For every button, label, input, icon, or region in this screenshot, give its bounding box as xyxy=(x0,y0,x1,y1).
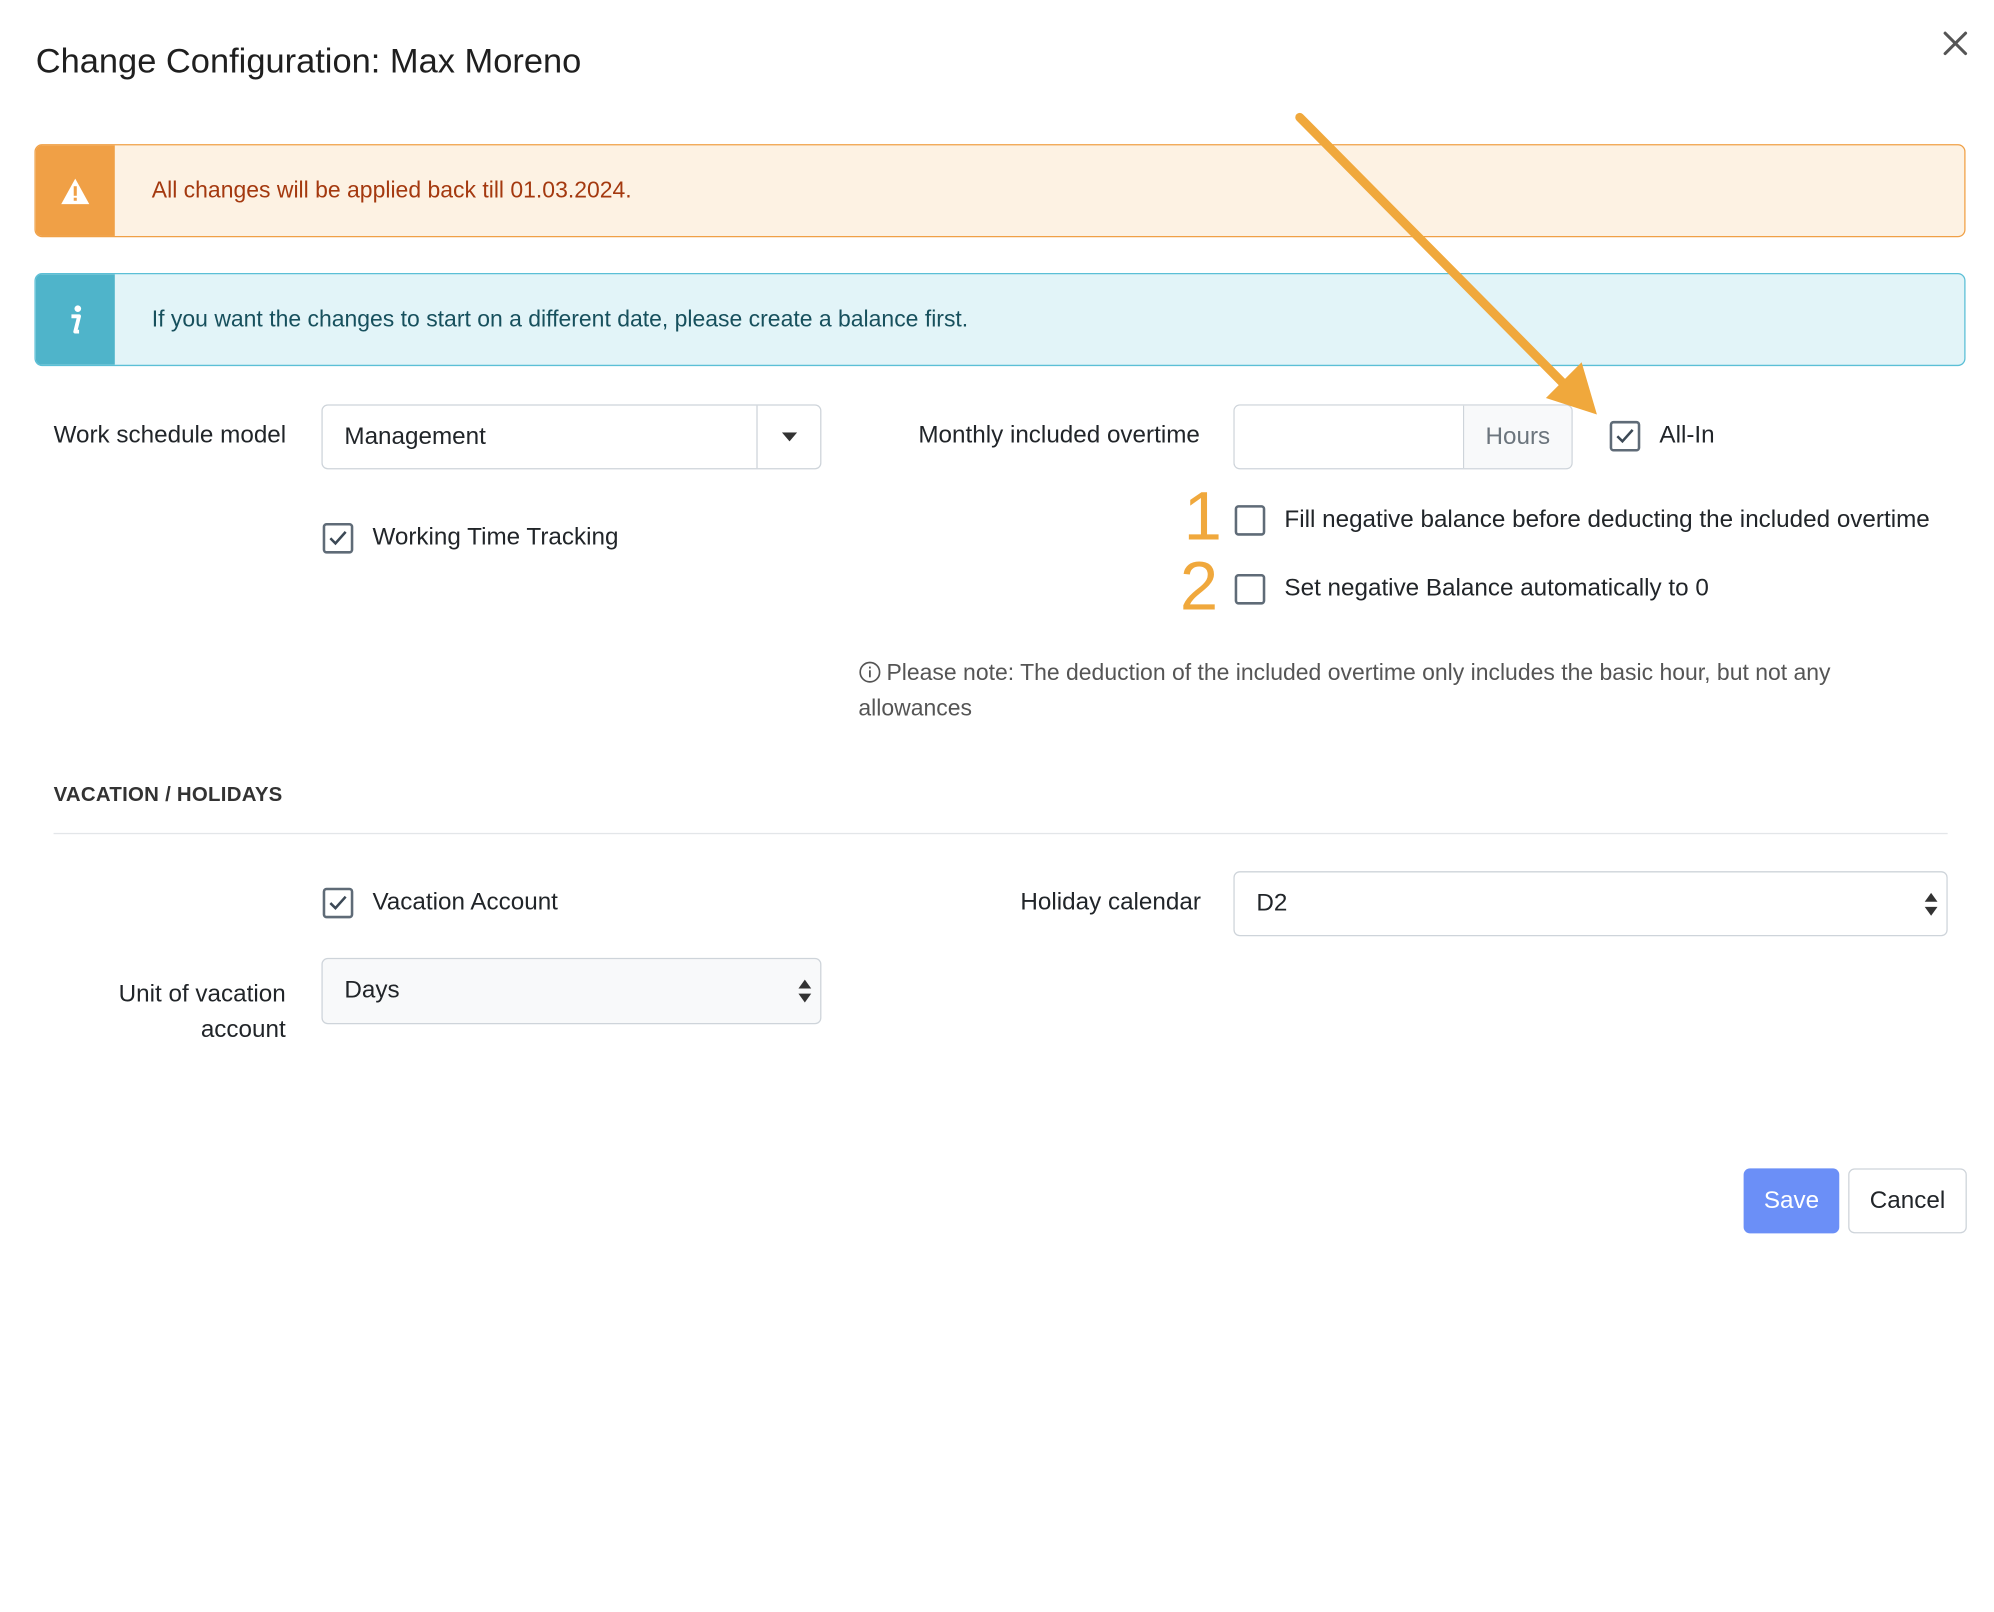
warning-triangle-icon xyxy=(35,145,115,236)
vacation-account-label: Vacation Account xyxy=(372,889,558,916)
unit-of-vacation-select[interactable]: Days xyxy=(321,957,822,1025)
work-schedule-label: Work schedule model xyxy=(53,422,287,449)
warning-alert-text: All changes will be applied back till 01… xyxy=(151,177,632,203)
unit-of-vacation-label: Unit of vacation account xyxy=(54,977,286,1048)
work-schedule-value: Management xyxy=(344,422,486,450)
close-icon[interactable] xyxy=(1937,26,1973,62)
info-alert: If you want the changes to start on a di… xyxy=(34,272,1966,367)
holiday-calendar-value: D2 xyxy=(1256,889,1288,917)
sort-updown-icon xyxy=(1924,892,1938,916)
all-in-checkbox[interactable] xyxy=(1609,420,1641,452)
vacation-section-title: VACATION / HOLIDAYS xyxy=(53,784,283,807)
overtime-label: Monthly included overtime xyxy=(918,422,1200,449)
sort-updown-icon xyxy=(798,979,812,1003)
section-divider xyxy=(53,832,1948,835)
all-in-label: All-In xyxy=(1659,422,1715,449)
info-icon xyxy=(35,274,115,365)
save-button[interactable]: Save xyxy=(1743,1168,1840,1234)
overtime-note-text: Please note: The deduction of the includ… xyxy=(858,659,1831,721)
fill-negative-balance-checkbox[interactable] xyxy=(1234,505,1266,536)
unit-of-vacation-label-line2: account xyxy=(200,1016,286,1044)
check-icon xyxy=(1616,428,1634,444)
fill-negative-balance-label: Fill negative balance before deducting t… xyxy=(1284,506,1930,534)
set-negative-balance-checkbox[interactable] xyxy=(1234,573,1266,605)
dialog: Change Configuration: Max Moreno All cha… xyxy=(0,0,1994,1612)
hours-addon: Hours xyxy=(1464,405,1572,469)
info-alert-text: If you want the changes to start on a di… xyxy=(151,306,969,332)
overtime-input-group: Hours xyxy=(1233,404,1573,470)
working-time-tracking-checkbox[interactable] xyxy=(322,522,354,554)
vacation-account-checkbox[interactable] xyxy=(322,887,354,919)
check-icon xyxy=(329,895,347,911)
annotation-marker-2: 2 xyxy=(1179,548,1219,625)
dialog-title: Change Configuration: Max Moreno xyxy=(35,42,582,81)
caret-down-icon[interactable] xyxy=(756,405,820,469)
work-schedule-select[interactable]: Management xyxy=(321,404,822,470)
overtime-input[interactable] xyxy=(1234,405,1465,469)
working-time-tracking-label: Working Time Tracking xyxy=(372,524,619,552)
overtime-note: Please note: The deduction of the includ… xyxy=(858,654,1917,725)
unit-of-vacation-label-line1: Unit of vacation xyxy=(118,980,286,1008)
unit-of-vacation-value: Days xyxy=(344,977,400,1004)
warning-alert: All changes will be applied back till 01… xyxy=(34,144,1966,238)
info-circle-icon xyxy=(859,661,881,683)
cancel-button[interactable]: Cancel xyxy=(1848,1168,1967,1234)
set-negative-balance-label: Set negative Balance automatically to 0 xyxy=(1284,575,1709,603)
holiday-calendar-label: Holiday calendar xyxy=(1020,889,1201,916)
annotation-marker-1: 1 xyxy=(1183,478,1222,555)
holiday-calendar-select[interactable]: D2 xyxy=(1233,871,1948,937)
check-icon xyxy=(329,531,347,546)
